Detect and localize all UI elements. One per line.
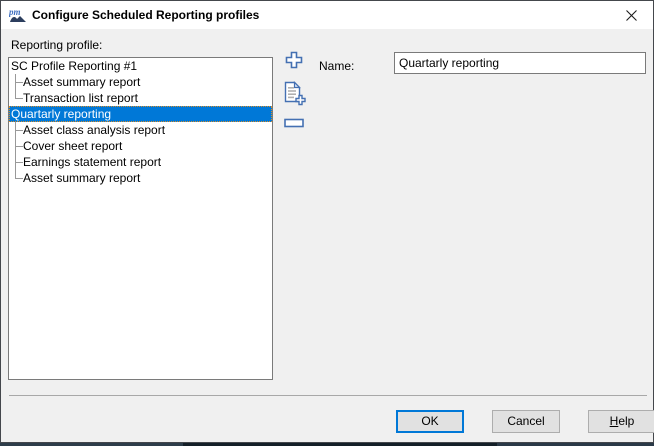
list-item-report[interactable]: Cover sheet report	[9, 138, 272, 154]
cancel-button[interactable]: Cancel	[492, 410, 560, 433]
window-title: Configure Scheduled Reporting profiles	[32, 1, 259, 29]
close-icon[interactable]	[615, 2, 647, 28]
reporting-profile-listbox[interactable]: SC Profile Reporting #1 Asset summary re…	[8, 57, 273, 380]
help-button[interactable]: Help	[588, 410, 654, 433]
copy-document-plus-icon	[282, 81, 306, 107]
configure-scheduled-reporting-dialog: pm Configure Scheduled Reporting profile…	[0, 0, 654, 443]
minus-icon	[284, 118, 304, 129]
screenshot-root: pm Configure Scheduled Reporting profile…	[0, 0, 654, 446]
svg-text:pm: pm	[9, 7, 21, 17]
list-item-report[interactable]: Asset summary report	[9, 170, 272, 186]
list-item-report[interactable]: Transaction list report	[9, 90, 272, 106]
list-item-report[interactable]: Earnings statement report	[9, 154, 272, 170]
name-input[interactable]	[394, 52, 646, 74]
list-item-profile-selected[interactable]: Quartarly reporting	[9, 106, 272, 122]
list-item-report[interactable]: Asset summary report	[9, 74, 272, 90]
pm-logo-icon: pm	[9, 6, 27, 24]
separator-line	[9, 395, 647, 396]
list-item-report[interactable]: Asset class analysis report	[9, 122, 272, 138]
reporting-profile-label: Reporting profile:	[11, 37, 102, 53]
ok-button[interactable]: OK	[396, 410, 464, 433]
name-label: Name:	[319, 58, 354, 74]
remove-profile-button[interactable]	[284, 118, 304, 132]
plus-icon	[284, 50, 304, 70]
list-item-profile[interactable]: SC Profile Reporting #1	[9, 58, 272, 74]
add-profile-button[interactable]	[284, 50, 304, 73]
duplicate-profile-button[interactable]	[282, 81, 306, 110]
titlebar[interactable]: pm Configure Scheduled Reporting profile…	[1, 1, 653, 29]
